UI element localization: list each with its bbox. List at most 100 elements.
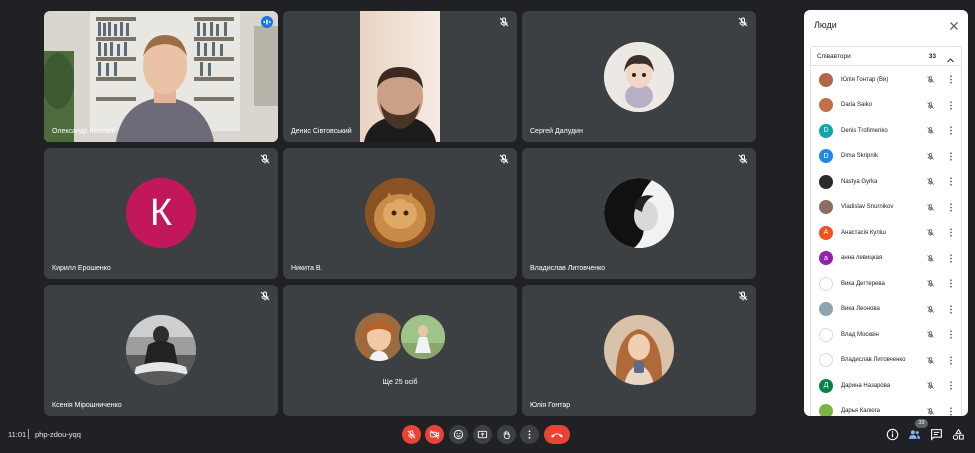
participant-row[interactable]: D Dima Skripnik <box>811 144 961 170</box>
chat-button[interactable] <box>930 428 943 441</box>
avatar-letter: К <box>149 191 173 234</box>
video-tile-denys[interactable]: Денис Сівтовський <box>283 11 517 142</box>
more-vert-icon[interactable] <box>947 126 955 135</box>
meeting-details-button[interactable] <box>886 428 899 441</box>
mic-off-icon <box>498 153 510 165</box>
participant-row[interactable]: Вика Дегтерева <box>811 271 961 297</box>
more-vert-icon[interactable] <box>947 356 955 365</box>
divider <box>28 429 29 439</box>
participant-row[interactable]: Дарья Калюга <box>811 399 961 416</box>
video-tile-sergey[interactable]: Сергей Далудин <box>522 11 756 142</box>
participant-avatar <box>355 313 403 361</box>
participant-name: Владислав Литовченко <box>530 265 606 272</box>
more-participants-tile[interactable]: Ще 25 осіб <box>283 285 517 416</box>
participant-row[interactable]: Д Дарина Назарова <box>811 373 961 399</box>
leave-call-button[interactable] <box>544 425 570 444</box>
mic-off-icon[interactable] <box>926 75 935 84</box>
participant-name: Nastya Gyrka <box>841 178 878 185</box>
participant-row[interactable]: D Denis Trofimenko <box>811 118 961 144</box>
raise-hand-button[interactable] <box>497 425 516 444</box>
participant-avatar <box>819 353 833 368</box>
more-vert-icon[interactable] <box>947 330 955 339</box>
chevron-up-icon[interactable] <box>946 52 955 62</box>
more-vert-icon[interactable] <box>947 228 955 237</box>
participant-avatar <box>819 200 833 215</box>
end-call-icon <box>551 433 563 437</box>
more-vert-icon[interactable] <box>947 407 955 416</box>
participant-avatar <box>819 72 833 87</box>
present-screen-icon <box>477 430 488 439</box>
avatar-letter: D <box>823 152 829 160</box>
mic-off-icon[interactable] <box>926 279 935 288</box>
mic-toggle-button[interactable] <box>402 425 421 444</box>
section-label: Співавтори <box>817 52 851 60</box>
video-tile-vladyslav[interactable]: Владислав Литовченко <box>522 148 756 279</box>
contributors-section-header[interactable]: Співавтори 33 <box>810 46 962 66</box>
mic-off-icon[interactable] <box>926 381 935 390</box>
more-vert-icon[interactable] <box>947 152 955 161</box>
participant-name: Денис Сівтовський <box>291 128 352 135</box>
present-button[interactable] <box>473 425 492 444</box>
mic-off-icon[interactable] <box>926 203 935 212</box>
mic-off-icon[interactable] <box>926 407 935 416</box>
participant-name: Denis Trofimenko <box>841 127 888 134</box>
participant-name: Вика Дегтерева <box>841 280 885 287</box>
more-vert-icon[interactable] <box>947 101 955 110</box>
more-vert-icon[interactable] <box>947 254 955 263</box>
mic-off-icon[interactable] <box>926 330 935 339</box>
mic-off-icon <box>259 153 271 165</box>
emoji-button[interactable] <box>449 425 468 444</box>
more-vert-icon[interactable] <box>947 381 955 390</box>
participant-row[interactable]: Daria Saiko <box>811 93 961 119</box>
participant-row[interactable]: А Анастасія Куліш <box>811 220 961 246</box>
panel-title: Люди <box>814 20 837 30</box>
close-icon[interactable] <box>948 19 960 31</box>
avatar-letter: А <box>823 229 829 237</box>
people-button[interactable] <box>908 428 921 441</box>
mic-off-icon[interactable] <box>926 305 935 314</box>
avatar-letter: а <box>824 254 828 262</box>
more-vert-icon[interactable] <box>947 305 955 314</box>
participant-name: Владислав Литовченко <box>841 357 906 364</box>
mic-off-icon[interactable] <box>926 356 935 365</box>
camera-video-feed <box>44 11 278 142</box>
mic-off-icon[interactable] <box>926 254 935 263</box>
participant-avatar <box>604 42 674 112</box>
participant-name: анна левицкая <box>841 255 883 262</box>
mic-off-icon[interactable] <box>926 101 935 110</box>
camera-toggle-button[interactable] <box>425 425 444 444</box>
participant-name: Кирилл Ерошенко <box>52 265 111 272</box>
participant-row[interactable]: Юлія Гонтар (Ви) <box>811 67 961 93</box>
activities-button[interactable] <box>952 428 965 441</box>
camera-off-icon <box>429 430 440 439</box>
video-tile-nikita[interactable]: Никита В. <box>283 148 517 279</box>
mic-off-icon[interactable] <box>926 152 935 161</box>
participant-name: Влад Москвін <box>841 331 879 338</box>
video-tile-oleksandr[interactable]: Олександр Кєссаєв <box>44 11 278 142</box>
activities-icon <box>952 428 964 440</box>
participant-avatar <box>604 178 674 248</box>
camera-video-feed <box>360 11 440 142</box>
participant-row[interactable]: Nastya Gyrka <box>811 169 961 195</box>
more-vert-icon[interactable] <box>947 203 955 212</box>
participant-count: 33 <box>928 52 936 60</box>
participant-row[interactable]: Влад Москвін <box>811 322 961 348</box>
more-participants-label: Ще 25 осіб <box>382 379 418 386</box>
mic-off-icon <box>498 16 510 28</box>
more-options-button[interactable] <box>520 425 539 444</box>
participant-row[interactable]: Владислав Литовченко <box>811 348 961 374</box>
more-vert-icon[interactable] <box>947 75 955 84</box>
participant-row[interactable]: а анна левицкая <box>811 246 961 272</box>
more-vert-icon[interactable] <box>947 177 955 186</box>
video-tile-kseniia[interactable]: Ксенія Мірошниченко <box>44 285 278 416</box>
video-tile-yuliia[interactable]: Юлія Гонтар <box>522 285 756 416</box>
video-tile-kyrylo[interactable]: К Кирилл Ерошенко <box>44 148 278 279</box>
participant-name: Юлія Гонтар <box>530 402 571 409</box>
mic-off-icon[interactable] <box>926 228 935 237</box>
more-vert-icon[interactable] <box>947 279 955 288</box>
mic-off-icon[interactable] <box>926 177 935 186</box>
participant-name: Никита В. <box>291 265 323 272</box>
participant-row[interactable]: Вика Леонова <box>811 297 961 323</box>
mic-off-icon[interactable] <box>926 126 935 135</box>
participant-row[interactable]: Vladislav Snurnikov <box>811 195 961 221</box>
